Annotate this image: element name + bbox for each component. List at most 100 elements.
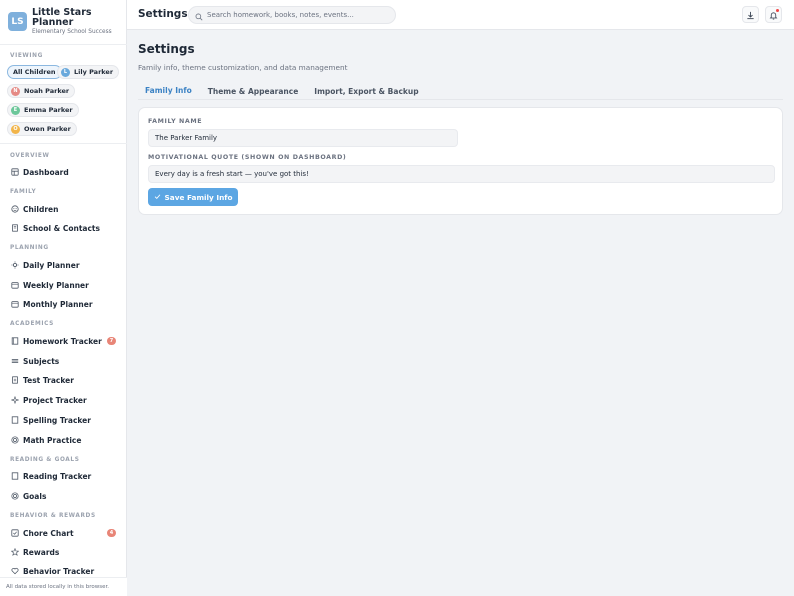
homework-icon: [10, 337, 19, 346]
sidebar-item-label: Daily Planner: [23, 260, 80, 270]
section-label-planning: Planning: [10, 245, 49, 251]
child-avatar: L: [61, 67, 70, 77]
save-family-info-button[interactable]: Save Family Info: [148, 188, 238, 206]
sidebar-item-rewards[interactable]: Rewards: [10, 545, 120, 559]
sidebar: LS Little Stars Planner Elementary Schoo…: [0, 0, 127, 596]
child-chip-label: Lily Parker: [74, 68, 114, 76]
sidebar-item-math-practice[interactable]: Math Practice: [10, 433, 120, 447]
test-icon: [10, 376, 19, 385]
sidebar-item-label: Reading Tracker: [23, 471, 92, 481]
sidebar-item-behavior-tracker[interactable]: Behavior Tracker: [10, 564, 120, 578]
storage-note: All data stored locally in this browser.: [0, 577, 127, 596]
download-icon: [746, 5, 755, 24]
section-label-viewing: Viewing: [10, 53, 43, 59]
settings-tabs: Family Info Theme & Appearance Import, E…: [138, 82, 428, 100]
search-input[interactable]: [207, 11, 387, 19]
child-chip-owen[interactable]: O Owen Parker: [7, 122, 77, 136]
sidebar-item-project-tracker[interactable]: Project Tracker: [10, 393, 120, 407]
brand[interactable]: LS Little Stars Planner Elementary Schoo…: [8, 8, 126, 38]
sidebar-item-label: Goals: [23, 491, 47, 501]
topbar-title: Settings: [138, 8, 188, 20]
sidebar-item-label: Test Tracker: [23, 375, 74, 385]
notifications-button[interactable]: [765, 6, 782, 23]
child-avatar: O: [11, 124, 20, 134]
tab-family-info[interactable]: Family Info: [138, 82, 199, 100]
tab-import-export-backup[interactable]: Import, Export & Backup: [307, 82, 425, 100]
sidebar-item-weekly-planner[interactable]: Weekly Planner: [10, 278, 120, 292]
subjects-icon: [10, 357, 19, 366]
sidebar-item-subjects[interactable]: Subjects: [10, 354, 120, 368]
sidebar-item-label: Chore Chart: [23, 528, 74, 538]
checkbox-icon: [10, 529, 19, 538]
children-icon: [10, 205, 19, 214]
child-chip-label: Owen Parker: [24, 125, 71, 133]
sidebar-item-reading-tracker[interactable]: Reading Tracker: [10, 469, 120, 483]
family-info-card: Family Name Motivational Quote (shown on…: [138, 107, 783, 215]
sidebar-item-label: Subjects: [23, 356, 60, 366]
sidebar-item-label: Behavior Tracker: [23, 566, 95, 576]
family-name-label: Family Name: [148, 118, 203, 125]
sidebar-item-label: Children: [23, 204, 59, 214]
download-button[interactable]: [742, 6, 759, 23]
tab-theme-appearance[interactable]: Theme & Appearance: [201, 82, 306, 100]
sidebar-item-label: Rewards: [23, 547, 60, 557]
page-title: Settings: [138, 42, 195, 56]
child-chip-label: Emma Parker: [24, 106, 73, 114]
sidebar-item-test-tracker[interactable]: Test Tracker: [10, 373, 120, 387]
child-chip-emma[interactable]: E Emma Parker: [7, 103, 79, 117]
tabs-divider: [138, 99, 783, 100]
calendar-icon: [10, 300, 19, 309]
sparkle-icon: [10, 396, 19, 405]
child-avatar: E: [11, 105, 20, 115]
sidebar-item-chore-chart[interactable]: Chore Chart 4: [10, 526, 120, 540]
book-icon: [10, 416, 19, 425]
sidebar-item-dashboard[interactable]: Dashboard: [10, 165, 120, 179]
section-label-behavior-rewards: Behavior & Rewards: [10, 513, 96, 519]
chore-count-badge: 4: [107, 529, 116, 537]
sidebar-item-label: Homework Tracker: [23, 336, 102, 346]
family-name-field[interactable]: [148, 129, 458, 147]
sidebar-item-label: School & Contacts: [23, 223, 100, 233]
sidebar-item-school-contacts[interactable]: School & Contacts: [10, 221, 120, 235]
sidebar-item-children[interactable]: Children: [10, 202, 120, 216]
child-chip-lily[interactable]: L Lily Parker: [57, 65, 120, 79]
school-icon: [10, 224, 19, 233]
sidebar-item-goals[interactable]: Goals: [10, 489, 120, 503]
notification-dot: [776, 9, 779, 12]
motivational-quote-field[interactable]: [148, 165, 775, 183]
section-label-reading-goals: Reading & Goals: [10, 457, 80, 463]
sidebar-item-daily-planner[interactable]: Daily Planner: [10, 258, 120, 272]
bell-icon: [769, 5, 778, 24]
sidebar-item-monthly-planner[interactable]: Monthly Planner: [10, 297, 120, 311]
brand-title: Little Stars Planner: [32, 7, 92, 28]
sidebar-item-label: Monthly Planner: [23, 299, 93, 309]
page-subtitle: Family info, theme customization, and da…: [138, 63, 348, 72]
sidebar-item-spelling-tracker[interactable]: Spelling Tracker: [10, 413, 120, 427]
search-box[interactable]: [188, 6, 396, 24]
calendar-icon: [10, 281, 19, 290]
topbar: Settings: [127, 0, 794, 30]
star-icon: [10, 548, 19, 557]
child-chip-label: All Children: [13, 68, 56, 76]
sidebar-item-label: Weekly Planner: [23, 280, 89, 290]
check-icon: [154, 193, 165, 202]
sidebar-item-label: Project Tracker: [23, 395, 87, 405]
dashboard-icon: [10, 168, 19, 177]
save-button-label: Save Family Info: [164, 192, 233, 202]
sidebar-item-label: Dashboard: [23, 167, 69, 177]
brand-subtitle: Elementary School Success: [32, 29, 112, 35]
sidebar-divider: [0, 143, 127, 144]
sidebar-item-label: Math Practice: [23, 435, 82, 445]
heart-icon: [10, 567, 19, 576]
target-icon: [10, 436, 19, 445]
child-avatar: N: [11, 86, 20, 96]
brand-logo: LS: [8, 12, 27, 31]
quote-label: Motivational Quote (shown on dashboard): [148, 154, 347, 161]
child-chip-all[interactable]: All Children: [7, 65, 62, 79]
section-label-academics: Academics: [10, 321, 54, 327]
child-chip-noah[interactable]: N Noah Parker: [7, 84, 76, 98]
section-label-family: Family: [10, 189, 37, 195]
child-chip-label: Noah Parker: [24, 87, 70, 95]
sidebar-item-homework-tracker[interactable]: Homework Tracker 7: [10, 334, 120, 348]
sun-icon: [10, 261, 19, 270]
